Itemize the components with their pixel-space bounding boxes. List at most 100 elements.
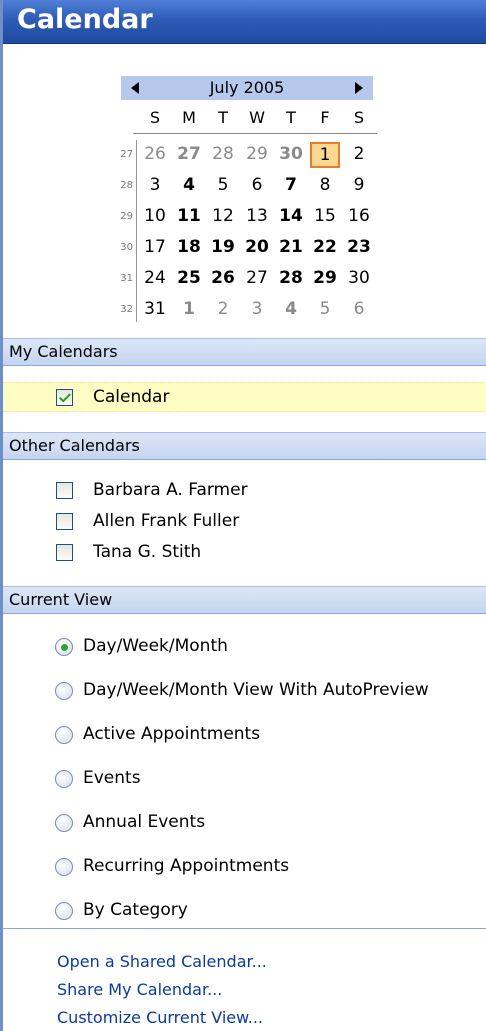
view-option-label: Annual Events <box>83 812 206 832</box>
date-cell[interactable]: 16 <box>344 206 374 226</box>
date-navigator-header: July 2005 <box>121 76 373 100</box>
date-cell[interactable]: 4 <box>174 175 204 195</box>
other-calendar-item[interactable]: Tana G. Stith <box>3 538 486 568</box>
calendar-item-label: Barbara A. Farmer <box>93 480 248 500</box>
open-shared-calendar-link[interactable]: Open a Shared Calendar... <box>57 952 267 971</box>
view-radio-button[interactable] <box>55 858 73 876</box>
calendar-checkbox[interactable] <box>56 544 73 561</box>
date-cell[interactable]: 28 <box>276 268 306 288</box>
next-month-arrow-icon[interactable] <box>355 82 363 94</box>
date-cell[interactable]: 10 <box>140 206 170 226</box>
date-cell[interactable]: 18 <box>174 237 204 257</box>
calendar-checkbox[interactable] <box>56 513 73 530</box>
week-number[interactable]: 32 <box>111 304 133 315</box>
view-radio-button[interactable] <box>55 638 73 656</box>
date-cell[interactable]: 11 <box>174 206 204 226</box>
week-number[interactable]: 30 <box>111 242 133 253</box>
date-cell[interactable]: 19 <box>208 237 238 257</box>
date-cell[interactable]: 26 <box>140 144 170 164</box>
section-title: My Calendars <box>9 342 118 361</box>
date-cell[interactable]: 24 <box>140 268 170 288</box>
date-cell[interactable]: 5 <box>208 175 238 195</box>
other-calendar-item[interactable]: Allen Frank Fuller <box>3 507 486 537</box>
date-cell[interactable]: 28 <box>208 144 238 164</box>
date-cell[interactable]: 23 <box>344 237 374 257</box>
date-cell[interactable]: 15 <box>310 206 340 226</box>
date-cell[interactable]: 8 <box>310 175 340 195</box>
date-cell[interactable]: 5 <box>310 299 340 319</box>
week-number[interactable]: 27 <box>111 149 133 160</box>
date-cell[interactable]: 13 <box>242 206 272 226</box>
date-cell[interactable]: 3 <box>140 175 170 195</box>
view-option[interactable]: Annual Events <box>3 808 486 838</box>
view-option-label: Events <box>83 768 141 788</box>
view-option-label: Day/Week/Month View With AutoPreview <box>83 680 429 700</box>
date-cell[interactable]: 4 <box>276 299 306 319</box>
view-option[interactable]: By Category <box>3 896 486 926</box>
view-option[interactable]: Recurring Appointments <box>3 852 486 882</box>
date-cell[interactable]: 1 <box>174 299 204 319</box>
date-cell[interactable]: 25 <box>174 268 204 288</box>
view-option[interactable]: Events <box>3 764 486 794</box>
date-cell[interactable]: 3 <box>242 299 272 319</box>
other-calendars-section-header[interactable]: Other Calendars <box>3 432 486 460</box>
pane-title: Calendar <box>17 4 153 35</box>
view-option-label: By Category <box>83 900 188 920</box>
date-cell[interactable]: 6 <box>344 299 374 319</box>
date-cell[interactable]: 29 <box>242 144 272 164</box>
section-title: Other Calendars <box>9 436 140 455</box>
weekday-label: T <box>218 108 228 127</box>
section-title: Current View <box>9 590 113 609</box>
week-number[interactable]: 29 <box>111 211 133 222</box>
view-radio-button[interactable] <box>55 726 73 744</box>
date-cell[interactable]: 22 <box>310 237 340 257</box>
date-cell[interactable]: 20 <box>242 237 272 257</box>
share-my-calendar-link[interactable]: Share My Calendar... <box>57 980 222 999</box>
weekday-label: F <box>320 108 330 127</box>
view-radio-button[interactable] <box>55 902 73 920</box>
date-cell[interactable]: 21 <box>276 237 306 257</box>
weekday-label: S <box>149 108 161 127</box>
calendar-checkbox[interactable] <box>56 482 73 499</box>
calendar-checkbox[interactable] <box>56 389 73 406</box>
customize-current-view-link[interactable]: Customize Current View... <box>57 1008 263 1027</box>
my-calendar-item[interactable]: Calendar <box>3 382 486 412</box>
date-cell[interactable]: 14 <box>276 206 306 226</box>
date-cell[interactable]: 31 <box>140 299 170 319</box>
date-cell[interactable]: 17 <box>140 237 170 257</box>
view-radio-button[interactable] <box>55 814 73 832</box>
date-cell[interactable]: 30 <box>276 144 306 164</box>
date-cell[interactable]: 27 <box>242 268 272 288</box>
my-calendars-section-header[interactable]: My Calendars <box>3 338 486 366</box>
view-option[interactable]: Day/Week/Month <box>3 632 486 662</box>
weekday-divider <box>133 133 377 134</box>
calendar-item-label: Allen Frank Fuller <box>93 511 240 531</box>
date-cell[interactable]: 2 <box>344 144 374 164</box>
view-option-label: Active Appointments <box>83 724 261 744</box>
weekday-label: M <box>182 108 196 127</box>
week-number[interactable]: 31 <box>111 273 133 284</box>
current-view-section-header[interactable]: Current View <box>3 586 486 614</box>
navigator-month-label[interactable]: July 2005 <box>121 78 373 97</box>
date-cell[interactable]: 26 <box>208 268 238 288</box>
view-radio-button[interactable] <box>55 770 73 788</box>
today-date-cell[interactable]: 1 <box>310 142 340 168</box>
view-radio-button[interactable] <box>55 682 73 700</box>
view-option-label: Day/Week/Month <box>83 636 228 656</box>
other-calendar-item[interactable]: Barbara A. Farmer <box>3 476 486 506</box>
view-option[interactable]: Day/Week/Month View With AutoPreview <box>3 676 486 706</box>
navigation-pane: Calendar July 2005 S M T W T F S My Cale… <box>0 0 486 1031</box>
weekday-header-row: S M T W T F S <box>140 108 380 130</box>
date-cell[interactable]: 12 <box>208 206 238 226</box>
view-option[interactable]: Active Appointments <box>3 720 486 750</box>
week-number-divider <box>136 140 137 322</box>
calendar-item-label: Tana G. Stith <box>93 542 202 562</box>
date-cell[interactable]: 29 <box>310 268 340 288</box>
date-cell[interactable]: 30 <box>344 268 374 288</box>
date-cell[interactable]: 2 <box>208 299 238 319</box>
date-cell[interactable]: 9 <box>344 175 374 195</box>
date-cell[interactable]: 6 <box>242 175 272 195</box>
date-cell[interactable]: 27 <box>174 144 204 164</box>
date-cell[interactable]: 7 <box>276 175 306 195</box>
week-number[interactable]: 28 <box>111 180 133 191</box>
